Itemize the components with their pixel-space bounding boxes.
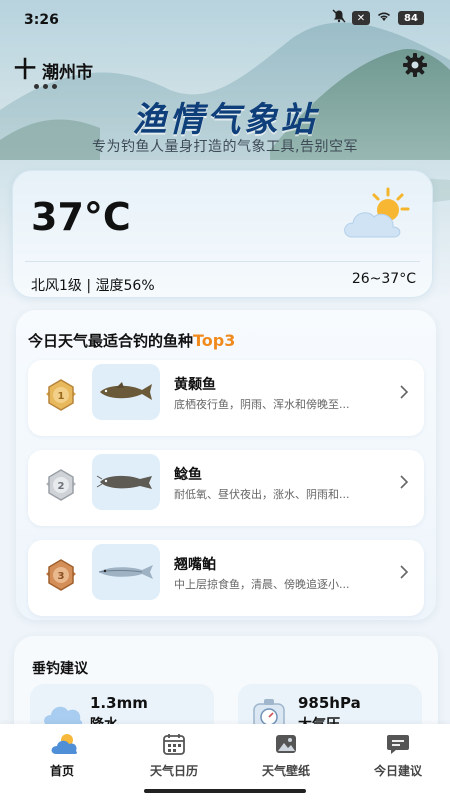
tab-weather-calendar[interactable]: 天气日历 (134, 732, 214, 788)
fish-thumbnail (92, 364, 160, 420)
settings-gear-icon[interactable] (402, 52, 428, 78)
bronze-medal-icon: 3 (44, 558, 78, 598)
mute-bell-icon (332, 9, 346, 27)
message-icon (386, 732, 410, 756)
battery-icon: 84 (398, 11, 424, 25)
page-indicator-dots (34, 84, 57, 89)
fish-name: 鲶鱼 (174, 467, 202, 483)
weather-divider (25, 261, 420, 262)
gold-medal-icon: 1 (44, 378, 78, 418)
precipitation-value: 1.3mm (90, 694, 148, 712)
tab-home[interactable]: 首页 (22, 732, 102, 788)
current-temperature: 37°C (31, 195, 131, 239)
city-name: 潮州市 (42, 63, 94, 83)
fish-list-item[interactable]: 3 翘嘴鲌 中上层掠食鱼，清晨、傍晚追逐小... (28, 540, 424, 616)
fish-section-title: 今日天气最适合钓的鱼种Top3 (28, 330, 235, 351)
tab-today-advice-label: 今日建议 (373, 764, 422, 778)
tab-weather-wallpaper[interactable]: 天气壁纸 (246, 732, 326, 788)
top3-badge: Top3 (193, 331, 236, 350)
tab-weather-wallpaper-label: 天气壁纸 (261, 764, 310, 778)
add-city-icon[interactable]: 十 (14, 59, 36, 82)
location-selector[interactable]: 十 潮州市 (14, 58, 93, 83)
advice-title: 垂钓建议 (32, 661, 88, 677)
svg-text:3: 3 (58, 571, 65, 582)
temperature-range: 26~37°C (351, 271, 416, 287)
fish-list-item[interactable]: 1 黄颡鱼 底栖夜行鱼，阴雨、浑水和傍晚至... (28, 360, 424, 436)
tab-home-label: 首页 (49, 764, 74, 778)
wallpaper-icon (274, 732, 298, 756)
status-icons: ✕ 84 (332, 9, 424, 27)
chevron-right-icon (398, 474, 410, 490)
status-time: 3:26 (24, 12, 59, 28)
fish-description: 耐低氧、昼伏夜出，涨水、阴雨和... (174, 488, 350, 501)
svg-text:2: 2 (58, 481, 65, 492)
fish-list-item[interactable]: 2 鲶鱼 耐低氧、昼伏夜出，涨水、阴雨和... (28, 450, 424, 526)
tab-today-advice[interactable]: 今日建议 (358, 732, 438, 788)
app-subtitle: 专为钓鱼人量身打造的气象工具,告别空军 (92, 139, 358, 155)
chevron-right-icon (398, 564, 410, 580)
fish-description: 中上层掠食鱼，清晨、傍晚追逐小... (174, 578, 350, 591)
current-weather-card[interactable]: 37°C 北风1级 | 湿度56% 26~37°C (12, 170, 433, 298)
partly-sunny-icon (338, 185, 412, 245)
close-box-icon: ✕ (352, 11, 370, 25)
fish-name: 翘嘴鲌 (174, 557, 216, 573)
silver-medal-icon: 2 (44, 468, 78, 508)
pressure-value: 985hPa (298, 694, 361, 712)
screen: 3:26 ✕ 84 十 潮州市 渔情气象站 专为钓鱼人量身打造的气象工具,告别空… (0, 0, 450, 800)
fish-name: 黄颡鱼 (174, 377, 216, 393)
calendar-icon (162, 732, 186, 756)
tab-weather-calendar-label: 天气日历 (149, 764, 198, 778)
chevron-right-icon (398, 384, 410, 400)
fish-thumbnail (92, 544, 160, 600)
app-title: 渔情气象站 (132, 100, 318, 140)
home-indicator (144, 789, 306, 793)
fish-thumbnail (92, 454, 160, 510)
home-weather-icon (50, 732, 78, 756)
wind-humidity: 北风1级 | 湿度56% (31, 278, 155, 294)
fish-section-title-text: 今日天气最适合钓的鱼种 (28, 332, 194, 350)
wifi-icon (376, 10, 392, 26)
recommended-fish-card: 今日天气最适合钓的鱼种Top3 1 黄颡鱼 底栖夜行鱼，阴雨、浑水和傍晚至...… (16, 310, 436, 620)
svg-text:1: 1 (58, 391, 65, 402)
status-bar: 3:26 ✕ 84 (0, 0, 450, 36)
fish-description: 底栖夜行鱼，阴雨、浑水和傍晚至... (174, 398, 350, 411)
